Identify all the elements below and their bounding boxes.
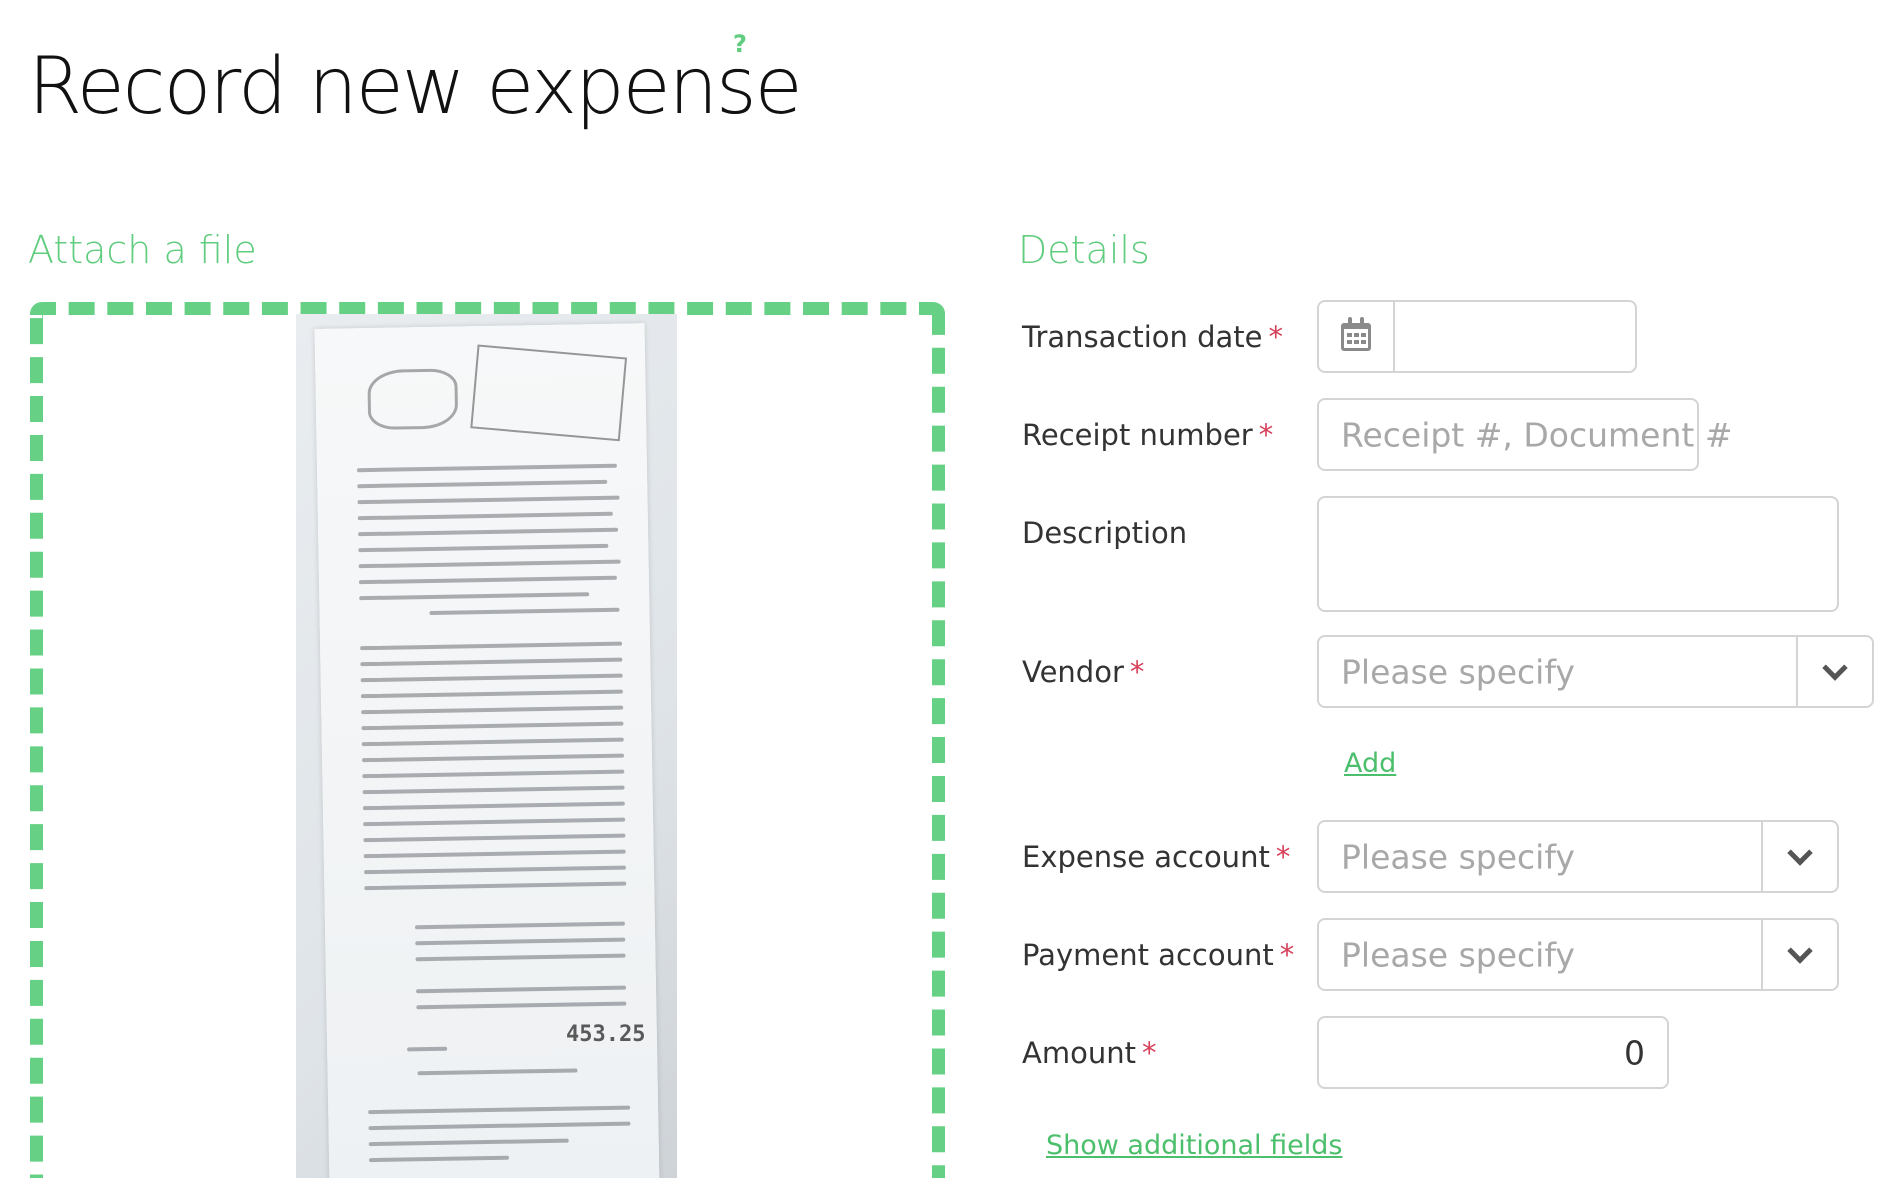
details-title: Details <box>1018 228 1150 272</box>
expense-account-dropdown-button[interactable] <box>1761 822 1837 891</box>
chevron-down-icon <box>1787 839 1813 866</box>
payment-account-dropdown-button[interactable] <box>1761 920 1837 989</box>
description-label: Description <box>1022 516 1188 550</box>
vendor-placeholder: Please specify <box>1341 652 1575 691</box>
receipt-number-input[interactable]: Receipt #, Document # <box>1317 398 1732 471</box>
receipt-paper <box>314 323 660 1178</box>
chevron-down-icon <box>1822 654 1848 681</box>
description-textarea[interactable] <box>1317 496 1839 612</box>
vendor-select[interactable]: Please specify <box>1317 635 1874 708</box>
attach-file-title: Attach a file <box>28 228 257 272</box>
help-icon[interactable]: ? <box>733 30 747 58</box>
calendar-button[interactable] <box>1319 302 1395 371</box>
add-vendor-link[interactable]: Add <box>1344 748 1396 779</box>
amount-value: 0 <box>1624 1033 1645 1072</box>
receipt-total: 453.25 <box>566 1022 646 1047</box>
payment-account-select[interactable]: Please specify <box>1317 918 1839 991</box>
expense-account-label: Expense account * <box>1022 840 1291 874</box>
receipt-image: 453.25 <box>296 314 677 1178</box>
payment-account-label: Payment account * <box>1022 938 1295 972</box>
vendor-dropdown-button[interactable] <box>1796 637 1872 706</box>
receipt-number-label: Receipt number * <box>1022 418 1274 452</box>
amount-label: Amount * <box>1022 1036 1157 1070</box>
expense-account-select[interactable]: Please specify <box>1317 820 1839 893</box>
receipt-number-placeholder: Receipt #, Document # <box>1341 415 1733 454</box>
store-logo <box>367 368 459 431</box>
amount-input[interactable]: 0 <box>1317 1016 1669 1089</box>
transaction-date-field[interactable] <box>1317 300 1637 373</box>
calendar-icon <box>1341 316 1371 351</box>
receipt-stamp <box>470 344 628 442</box>
expense-account-placeholder: Please specify <box>1341 837 1575 876</box>
chevron-down-icon <box>1787 937 1813 964</box>
vendor-label: Vendor * <box>1022 655 1145 689</box>
page-title: Record new expense <box>28 42 803 132</box>
show-additional-fields-link[interactable]: Show additional fields <box>1046 1130 1342 1161</box>
payment-account-placeholder: Please specify <box>1341 935 1575 974</box>
transaction-date-label: Transaction date * <box>1022 320 1284 354</box>
